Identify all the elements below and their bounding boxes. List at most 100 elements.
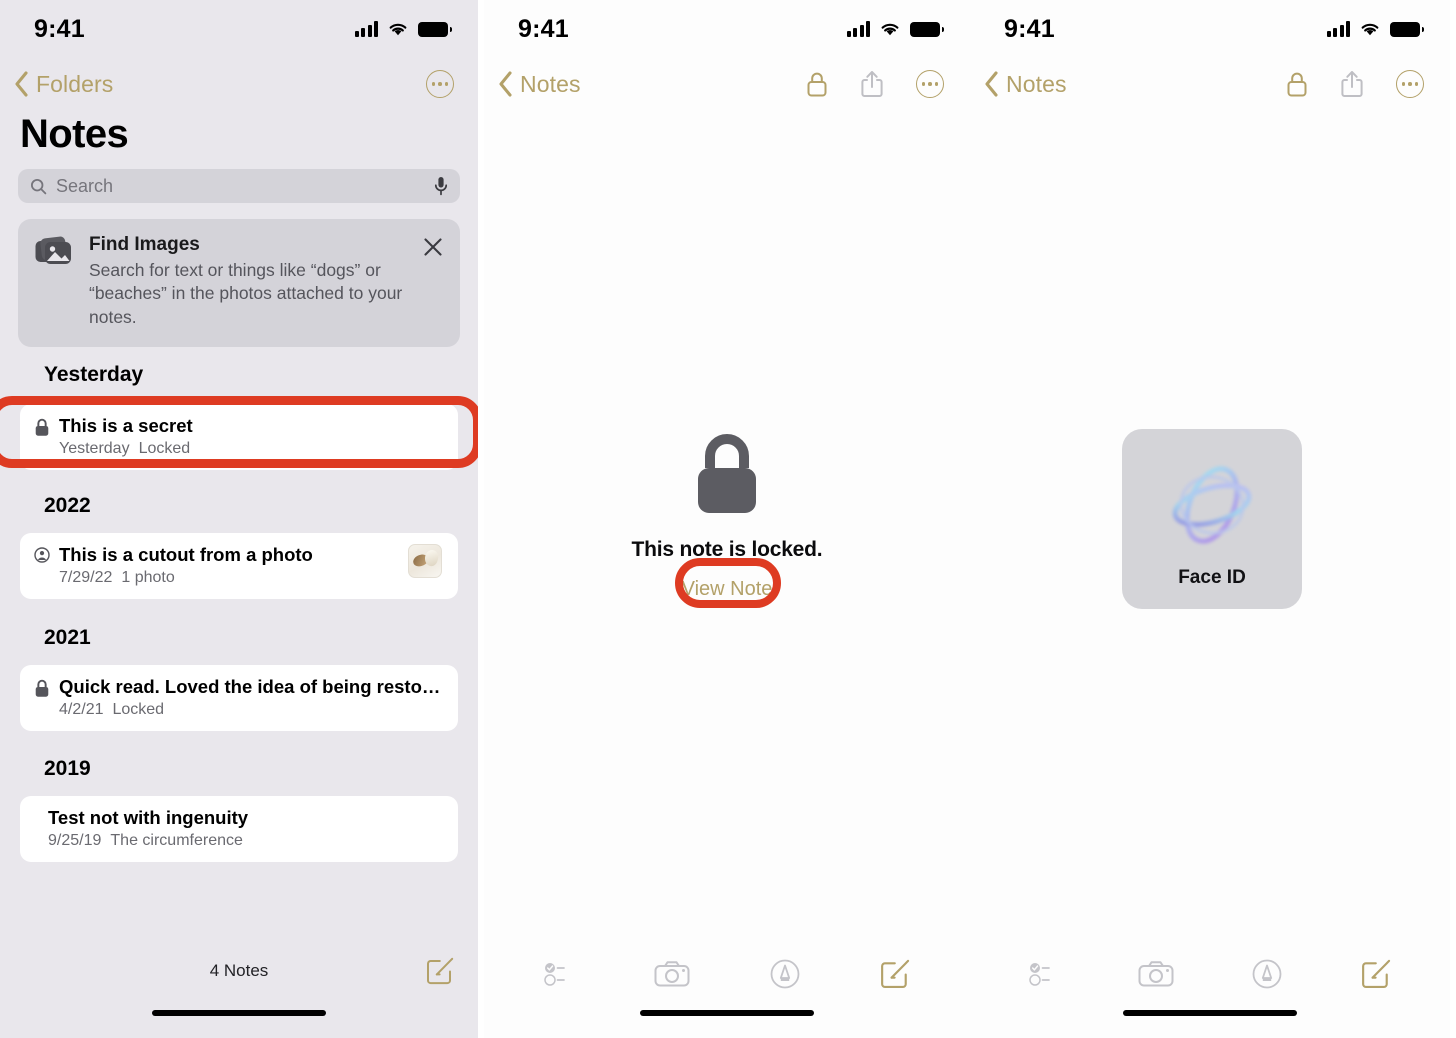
note-date: 7/29/22 [59,569,113,586]
back-to-notes-button[interactable]: Notes [498,71,581,98]
nav-actions [1286,70,1424,98]
note-detail: 1 photo [121,569,175,586]
status-bar: 9:41 [970,0,1450,58]
section-heading-2021: 2021 [44,626,91,649]
banner-title: Find Images [89,234,200,255]
note-detail: Locked [112,701,165,718]
status-bar: 9:41 [0,0,478,58]
battery-icon [418,21,452,37]
markup-pen-icon[interactable] [1252,959,1282,989]
note-title: Test not with ingenuity [48,807,249,828]
status-indicators [846,21,944,37]
checklist-icon[interactable] [544,961,574,987]
locked-note-screen: 9:41 Notes This note is locked. View Not… [484,0,970,1038]
back-to-notes-button[interactable]: Notes [984,71,1067,98]
note-text: Test not with ingenuity 9/25/19 The circu… [48,807,442,850]
faceid-label: Face ID [1178,567,1246,588]
status-bar: 9:41 [484,0,970,58]
note-detail: The circumference [110,832,243,849]
banner-body: Find Images Search for text or things li… [89,234,407,329]
faceid-card[interactable]: Face ID [1122,429,1302,609]
status-indicators [1326,21,1424,37]
note-subtitle: Yesterday Locked [59,440,442,458]
note-text: This is a secret Yesterday Locked [59,415,442,458]
markup-pen-icon[interactable] [770,959,800,989]
close-icon[interactable] [422,236,444,258]
back-to-folders-button[interactable]: Folders [14,71,113,98]
banner-description: Search for text or things like “dogs” or… [89,260,403,327]
wifi-icon [1361,23,1379,36]
more-options-button[interactable] [1396,70,1424,98]
cellular-signal-icon [846,21,870,37]
view-note-button[interactable]: View Note [682,578,773,601]
home-indicator [1123,1010,1297,1016]
padlock-icon [698,434,756,513]
battery-icon [1390,21,1424,37]
camera-icon[interactable] [1138,960,1174,988]
cellular-signal-icon [354,21,378,37]
section-heading-2019: 2019 [44,757,91,780]
shared-person-icon [34,547,50,563]
find-images-banner[interactable]: Find Images Search for text or things li… [18,219,460,347]
chevron-left-icon [499,71,512,97]
photos-stack-icon [35,236,71,264]
notes-list-screen: 9:41 Folders Notes Search Find Images Se… [0,0,478,1038]
share-icon[interactable] [1341,70,1363,98]
section-heading-yesterday: Yesterday [44,363,144,386]
compose-icon[interactable] [426,957,454,985]
note-subtitle: 7/29/22 1 photo [59,569,398,587]
lock-icon[interactable] [1286,71,1308,98]
note-row-this-is-a-secret[interactable]: This is a secret Yesterday Locked [20,404,458,470]
note-text: Quick read. Loved the idea of being rest… [59,676,442,719]
lock-icon[interactable] [806,71,828,98]
compose-icon[interactable] [880,959,910,989]
back-label: Folders [36,70,114,97]
more-options-button[interactable] [916,70,944,98]
note-toolbar [484,950,970,998]
wifi-icon [881,23,899,36]
note-title: This is a secret [59,415,193,436]
chevron-left-icon [985,71,998,97]
share-icon[interactable] [861,70,883,98]
note-date: 4/2/21 [59,701,104,718]
camera-icon[interactable] [654,960,690,988]
list-footer: 4 Notes [0,954,478,988]
cellular-signal-icon [1326,21,1350,37]
lock-icon [35,418,49,436]
section-heading-2022: 2022 [44,494,91,517]
locked-note-message-block: This note is locked. View Note [484,432,970,601]
note-subtitle: 4/2/21 Locked [59,701,442,719]
lock-icon [35,679,49,697]
note-title: Quick read. Loved the idea of being rest… [59,676,442,697]
compose-icon[interactable] [1361,959,1391,989]
home-indicator [640,1010,814,1016]
more-options-button[interactable] [426,70,454,98]
search-input[interactable]: Search [18,169,460,203]
home-indicator [152,1010,326,1016]
wifi-icon [389,23,407,36]
screenshot-stage: 9:41 Folders Notes Search Find Images Se… [0,0,1456,1038]
note-row-test-not-with-ingenuity[interactable]: Test not with ingenuity 9/25/19 The circu… [20,796,458,862]
note-title: This is a cutout from a photo [59,544,313,565]
status-indicators [354,21,452,37]
note-date: Yesterday [59,440,130,457]
faceid-globe-icon [1158,451,1266,559]
status-clock: 9:41 [34,14,85,43]
note-detail: Locked [138,440,191,457]
page-title: Notes [20,112,129,156]
note-date: 9/25/19 [48,832,102,849]
note-subtitle: 9/25/19 The circumference [48,832,442,850]
status-clock: 9:41 [1004,14,1055,43]
checklist-icon[interactable] [1029,961,1059,987]
chevron-left-icon [15,71,28,97]
nav-actions [806,70,944,98]
note-nav-bar: Notes [484,58,970,110]
microphone-icon[interactable] [434,176,448,196]
search-placeholder: Search [56,175,114,196]
note-nav-bar: Notes [970,58,1450,110]
search-icon [30,178,47,194]
list-nav-bar: Folders [0,58,478,110]
notes-count-label: 4 Notes [209,961,269,980]
note-row-cutout-from-a-photo[interactable]: This is a cutout from a photo 7/29/22 1 p… [20,533,458,599]
note-row-quick-read[interactable]: Quick read. Loved the idea of being rest… [20,665,458,731]
